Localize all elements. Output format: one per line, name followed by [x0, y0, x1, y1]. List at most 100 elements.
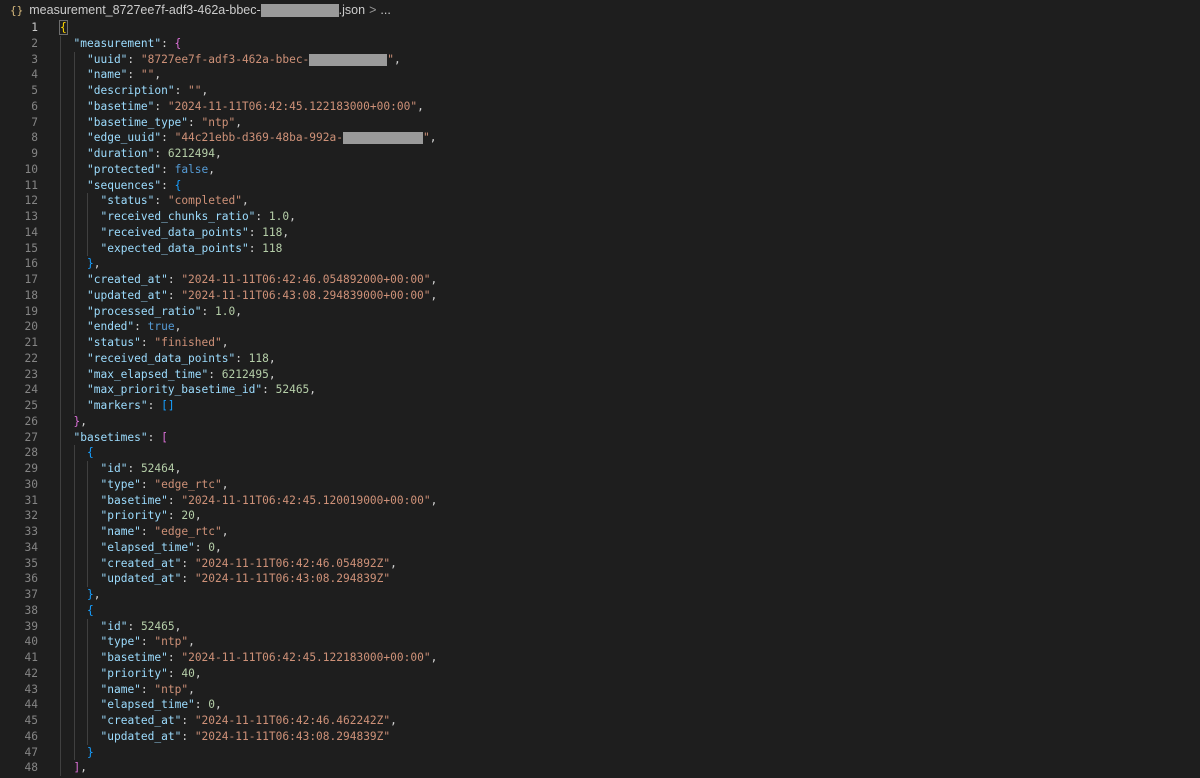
indent-guide: [73, 224, 75, 241]
code-line[interactable]: 7 "basetime_type": "ntp",: [0, 114, 1200, 131]
indent-guide: [60, 335, 61, 351]
code-line[interactable]: 48],: [0, 760, 1200, 776]
bracket: [: [161, 430, 168, 444]
code-line[interactable]: 26},: [0, 413, 1200, 430]
code-line[interactable]: 25 "markers": []: [0, 398, 1200, 414]
indent-guide: [60, 114, 61, 131]
line-number: 36: [24, 572, 38, 586]
punctuation: ,: [201, 84, 209, 97]
indent-guide: [60, 256, 61, 272]
code-line[interactable]: 5 "description": "",: [0, 83, 1200, 99]
breadcrumb-symbol-ellipsis[interactable]: ...: [380, 3, 390, 17]
line-number: 38: [24, 603, 38, 617]
code-line[interactable]: 10 "protected": false,: [0, 161, 1200, 178]
file-name-suffix: .json: [338, 2, 366, 17]
json-key: "received_chunks_ratio": [100, 210, 256, 223]
code-line[interactable]: 6 "basetime": "2024-11-11T06:42:45.122183…: [0, 98, 1200, 115]
line-number: 15: [24, 241, 38, 255]
code-content: "id": 52465,: [101, 619, 182, 635]
indent-guide: [60, 461, 61, 477]
indent-guide: [60, 697, 61, 713]
code-line[interactable]: 41 "basetime": "2024-11-11T06:42:45.12218…: [0, 650, 1200, 666]
json-key: "edge_uuid": [87, 131, 162, 145]
indent-guide: [73, 744, 75, 761]
code-line[interactable]: 3 "uuid": "8727ee7f-adf3-462a-bbec- ",: [0, 51, 1200, 68]
breadcrumb-file-name[interactable]: measurement_8727ee7f-adf3-462a-bbec- .jso…: [29, 2, 366, 18]
code-content: "basetimes": [: [74, 430, 168, 446]
punctuation: ,: [430, 288, 438, 302]
breadcrumb: {} measurement_8727ee7f-adf3-462a-bbec-.…: [0, 0, 1200, 20]
code-line[interactable]: 4 "name": "",: [0, 67, 1200, 83]
json-string: "": [188, 84, 202, 97]
code-line[interactable]: 18 "updated_at": "2024-11-11T06:43:08.294…: [0, 287, 1200, 304]
code-line[interactable]: 20 "ended": true,: [0, 319, 1200, 335]
code-line[interactable]: 32 "priority": 20,: [0, 508, 1200, 524]
indent-guide: [87, 461, 88, 477]
indent-guide: [60, 398, 61, 414]
code-line[interactable]: 19 "processed_ratio": 1.0,: [0, 303, 1200, 320]
code-line[interactable]: 47}: [0, 744, 1200, 761]
code-line[interactable]: 24 "max_priority_basetime_id": 52465,: [0, 382, 1200, 398]
json-string: "ntp": [201, 115, 236, 129]
code-content: "max_priority_basetime_id": 52465,: [87, 382, 316, 398]
code-line[interactable]: 37},: [0, 587, 1200, 603]
code-line[interactable]: 8 "edge_uuid": "44c21ebb-d369-48ba-992a- "…: [0, 130, 1200, 146]
code-line[interactable]: 1{: [0, 20, 1200, 36]
code-line[interactable]: 40 "type": "ntp",: [0, 634, 1200, 650]
punctuation: ,: [390, 556, 397, 570]
indent-guide: [60, 161, 61, 178]
code-line[interactable]: 35 "created_at": "2024-11-11T06:42:46.054…: [0, 555, 1200, 572]
code-line[interactable]: 12 "status": "completed",: [0, 193, 1200, 209]
line-number: 28: [24, 446, 38, 460]
code-line[interactable]: 42 "priority": 40,: [0, 665, 1200, 682]
code-line[interactable]: 14 "received_data_points": 118,: [0, 224, 1200, 241]
code-line[interactable]: 28 {: [0, 445, 1200, 461]
code-line[interactable]: 22 "received_data_points": 118,: [0, 350, 1200, 367]
code-line[interactable]: 2 "measurement": {: [0, 35, 1200, 52]
line-number: 26: [24, 414, 38, 428]
code-editor[interactable]: 1{2 "measurement": {3 "uuid": "8727ee7f-ad…: [0, 20, 1200, 778]
punctuation: :: [140, 635, 155, 649]
json-key: "name": [100, 682, 141, 696]
line-number: 47: [24, 745, 38, 759]
code-line[interactable]: 30 "type": "edge_rtc",: [0, 476, 1200, 493]
code-line[interactable]: 11 "sequences": {: [0, 177, 1200, 194]
code-line[interactable]: 27 "basetimes": [: [0, 429, 1200, 446]
code-line[interactable]: 45 "created_at": "2024-11-11T06:42:46.462…: [0, 713, 1200, 729]
code-line[interactable]: 17 "created_at": "2024-11-11T06:42:46.054…: [0, 272, 1200, 288]
indent-guide: [73, 555, 75, 572]
code-line[interactable]: 34 "elapsed_time": 0,: [0, 539, 1200, 556]
code-content: "basetime": "2024-11-11T06:42:45.1221830…: [101, 650, 438, 666]
code-line[interactable]: 29 "id": 52464,: [0, 461, 1200, 477]
code-line[interactable]: 21 "status": "finished",: [0, 335, 1200, 351]
json-key: "basetime": [100, 651, 168, 664]
punctuation: :: [140, 525, 155, 538]
line-number: 33: [24, 525, 38, 538]
code-line[interactable]: 9 "duration": 6212494,: [0, 146, 1200, 162]
code-line[interactable]: 23 "max_elapsed_time": 6212495,: [0, 366, 1200, 383]
json-key: "expected_data_points": [100, 241, 249, 255]
code-line[interactable]: 16},: [0, 256, 1200, 272]
code-content: "priority": 40,: [101, 666, 202, 682]
code-content: "created_at": "2024-11-11T06:42:46.46224…: [101, 713, 397, 729]
code-line[interactable]: 39 "id": 52465,: [0, 618, 1200, 635]
indent-guide: [60, 681, 61, 698]
line-number: 31: [24, 493, 38, 507]
code-line[interactable]: 46 "updated_at": "2024-11-11T06:43:08.294…: [0, 728, 1200, 745]
line-number: 37: [24, 588, 38, 601]
code-line[interactable]: 15 "expected_data_points": 118: [0, 240, 1200, 257]
code-content: "max_elapsed_time": 6212495,: [87, 367, 276, 383]
code-line[interactable]: 43 "name": "ntp",: [0, 681, 1200, 698]
line-number: 27: [24, 430, 38, 444]
code-line[interactable]: 13 "received_chunks_ratio": 1.0,: [0, 209, 1200, 225]
indent-guide: [60, 760, 61, 776]
json-key: "duration": [87, 147, 155, 160]
json-string: ": [422, 131, 430, 145]
code-line[interactable]: 38 {: [0, 602, 1200, 619]
code-line[interactable]: 44 "elapsed_time": 0,: [0, 697, 1200, 713]
code-line[interactable]: 36 "updated_at": "2024-11-11T06:43:08.294…: [0, 571, 1200, 587]
json-number: 1.0: [215, 304, 236, 318]
code-line[interactable]: 31 "basetime": "2024-11-11T06:42:45.12001…: [0, 492, 1200, 509]
code-line[interactable]: 33 "name": "edge_rtc",: [0, 524, 1200, 540]
indent-guide: [73, 272, 75, 288]
